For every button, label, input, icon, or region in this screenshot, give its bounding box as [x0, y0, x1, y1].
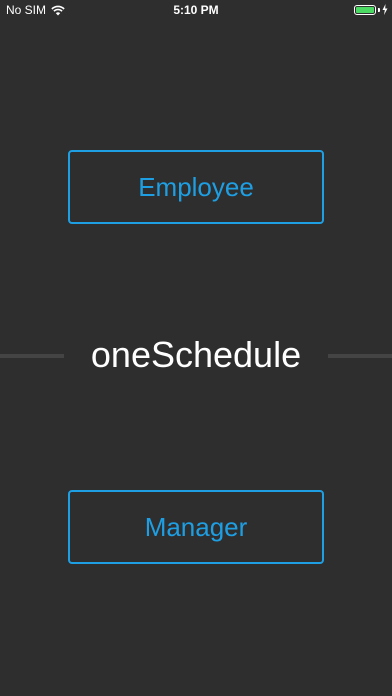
- employee-button-label: Employee: [138, 171, 254, 202]
- battery-level: [356, 6, 374, 13]
- manager-button-label: Manager: [144, 511, 248, 542]
- status-bar: No SIM 5:10 PM: [0, 0, 392, 20]
- manager-button[interactable]: Manager: [68, 490, 324, 564]
- battery-icon: [354, 4, 376, 15]
- divider-right: [328, 354, 392, 358]
- divider-left: [0, 354, 64, 358]
- status-time: 5:10 PM: [173, 3, 219, 17]
- status-right: [354, 4, 388, 15]
- charging-icon: [382, 4, 388, 15]
- battery-nub: [378, 7, 380, 12]
- employee-button[interactable]: Employee: [68, 150, 324, 224]
- app-title: oneSchedule: [90, 334, 302, 375]
